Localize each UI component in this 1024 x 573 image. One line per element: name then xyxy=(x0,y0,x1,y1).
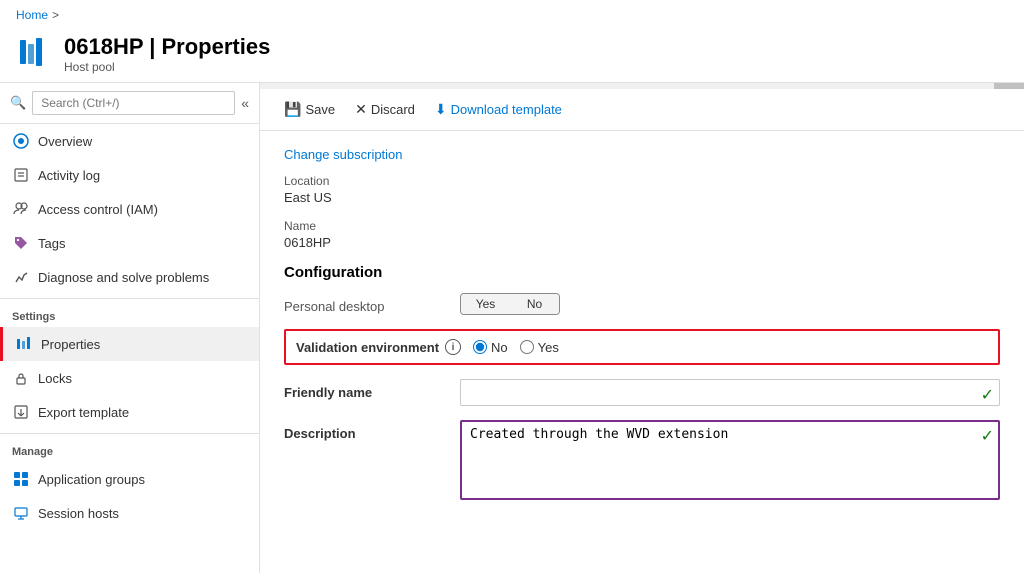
sidebar-item-overview[interactable]: Overview xyxy=(0,124,259,158)
description-check-icon: ✓ xyxy=(981,426,994,446)
sidebar-item-locks[interactable]: Locks xyxy=(0,361,259,395)
location-value: East US xyxy=(284,190,1000,205)
sidebar-item-tags-label: Tags xyxy=(38,236,65,251)
download-icon: ⬇ xyxy=(435,101,447,118)
main-layout: 🔍 « Overview Activity log Access control… xyxy=(0,82,1024,573)
name-label: Name xyxy=(284,219,1000,233)
download-template-button[interactable]: ⬇ Download template xyxy=(427,97,570,122)
validation-environment-label: Validation environment i xyxy=(296,339,461,355)
sidebar-item-export-template[interactable]: Export template xyxy=(0,395,259,429)
sidebar-item-activity-log-label: Activity log xyxy=(38,168,100,183)
friendly-name-label: Friendly name xyxy=(284,379,444,400)
breadcrumb: Home > xyxy=(0,0,1024,30)
search-input[interactable] xyxy=(32,91,235,115)
personal-desktop-label: Personal desktop xyxy=(284,293,444,314)
validation-no-option[interactable]: No xyxy=(473,340,508,355)
breadcrumb-home[interactable]: Home xyxy=(16,8,48,22)
sidebar-item-diagnose[interactable]: Diagnose and solve problems xyxy=(0,260,259,294)
sidebar-item-diagnose-label: Diagnose and solve problems xyxy=(38,270,209,285)
validation-radio-group: No Yes xyxy=(473,340,559,355)
content-area: 💾 Save ✕ Discard ⬇ Download template Cha… xyxy=(260,83,1024,573)
activity-log-icon xyxy=(12,166,30,184)
validation-yes-option[interactable]: Yes xyxy=(520,340,559,355)
sidebar-item-overview-label: Overview xyxy=(38,134,92,149)
page-subtitle: Host pool xyxy=(64,60,270,74)
application-groups-icon xyxy=(12,470,30,488)
friendly-name-check-icon: ✓ xyxy=(981,385,994,405)
sidebar-item-access-control[interactable]: Access control (IAM) xyxy=(0,192,259,226)
change-subscription-link[interactable]: Change subscription xyxy=(284,147,403,162)
save-label: Save xyxy=(305,102,335,117)
sidebar-item-tags[interactable]: Tags xyxy=(0,226,259,260)
top-scrollbar-thumb xyxy=(994,83,1024,89)
search-icon: 🔍 xyxy=(10,95,26,111)
sidebar: 🔍 « Overview Activity log Access control… xyxy=(0,83,260,573)
properties-icon xyxy=(15,335,33,353)
sidebar-item-locks-label: Locks xyxy=(38,371,72,386)
sidebar-item-activity-log[interactable]: Activity log xyxy=(0,158,259,192)
settings-section-label: Settings xyxy=(0,298,259,327)
session-hosts-icon xyxy=(12,504,30,522)
discard-icon: ✕ xyxy=(355,101,367,118)
tags-icon xyxy=(12,234,30,252)
location-label: Location xyxy=(284,174,1000,188)
page-title: 0618HP | Properties xyxy=(64,34,270,60)
personal-desktop-row: Personal desktop Yes No xyxy=(284,293,1000,315)
save-icon: 💾 xyxy=(284,101,301,118)
manage-section-label: Manage xyxy=(0,433,259,462)
diagnose-icon xyxy=(12,268,30,286)
host-pool-icon xyxy=(16,34,52,70)
form-content: Change subscription Location East US Nam… xyxy=(260,131,1024,533)
validation-info-icon[interactable]: i xyxy=(445,339,461,355)
location-field-group: Location East US xyxy=(284,174,1000,205)
breadcrumb-sep: > xyxy=(52,8,59,22)
friendly-name-input[interactable] xyxy=(460,379,1000,406)
sidebar-search-container: 🔍 « xyxy=(0,83,259,124)
overview-icon xyxy=(12,132,30,150)
personal-desktop-no[interactable]: No xyxy=(510,294,559,314)
page-header: 0618HP | Properties Host pool xyxy=(0,30,1024,82)
discard-label: Discard xyxy=(371,102,415,117)
description-input-container: Created through the WVD extension ✓ xyxy=(460,420,1000,503)
validation-no-radio[interactable] xyxy=(473,340,487,354)
validation-environment-row: Validation environment i No Yes xyxy=(284,329,1000,365)
description-label: Description xyxy=(284,420,444,441)
validation-no-label: No xyxy=(491,340,508,355)
sidebar-item-application-groups-label: Application groups xyxy=(38,472,145,487)
sidebar-item-access-control-label: Access control (IAM) xyxy=(38,202,158,217)
download-label: Download template xyxy=(451,102,562,117)
name-field-group: Name 0618HP xyxy=(284,219,1000,250)
personal-desktop-toggle[interactable]: Yes No xyxy=(460,293,560,315)
top-scrollbar xyxy=(260,83,1024,89)
sidebar-item-properties[interactable]: Properties xyxy=(0,327,259,361)
discard-button[interactable]: ✕ Discard xyxy=(347,97,423,122)
access-control-icon xyxy=(12,200,30,218)
friendly-name-input-container: ✓ xyxy=(460,379,1000,406)
sidebar-collapse-button[interactable]: « xyxy=(241,95,249,111)
sidebar-item-export-template-label: Export template xyxy=(38,405,129,420)
name-value: 0618HP xyxy=(284,235,1000,250)
sidebar-item-properties-label: Properties xyxy=(41,337,100,352)
configuration-title: Configuration xyxy=(284,264,1000,281)
sidebar-item-session-hosts-label: Session hosts xyxy=(38,506,119,521)
friendly-name-row: Friendly name ✓ xyxy=(284,379,1000,406)
sidebar-item-session-hosts[interactable]: Session hosts xyxy=(0,496,259,530)
description-textarea[interactable]: Created through the WVD extension xyxy=(460,420,1000,500)
validation-yes-radio[interactable] xyxy=(520,340,534,354)
description-row: Description Created through the WVD exte… xyxy=(284,420,1000,503)
export-template-icon xyxy=(12,403,30,421)
locks-icon xyxy=(12,369,30,387)
page-header-text: 0618HP | Properties Host pool xyxy=(64,34,270,74)
validation-yes-label: Yes xyxy=(538,340,559,355)
sidebar-item-application-groups[interactable]: Application groups xyxy=(0,462,259,496)
save-button[interactable]: 💾 Save xyxy=(276,97,343,122)
personal-desktop-yes[interactable]: Yes xyxy=(461,294,510,314)
toolbar: 💾 Save ✕ Discard ⬇ Download template xyxy=(260,89,1024,131)
